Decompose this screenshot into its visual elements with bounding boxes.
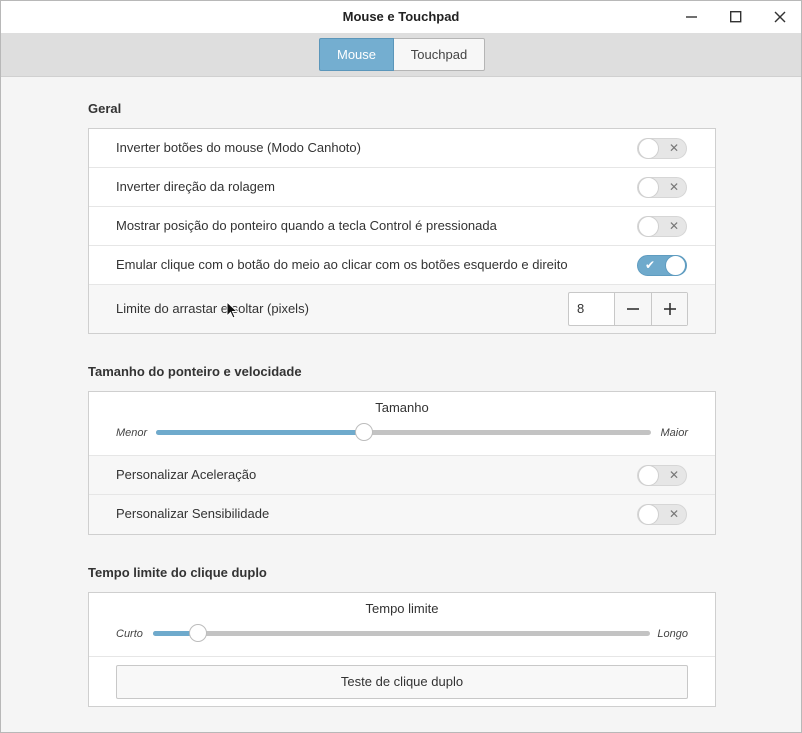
setting-label: Personalizar Aceleração xyxy=(116,467,257,482)
setting-label: Personalizar Sensibilidade xyxy=(116,506,270,521)
drag-threshold-spinner: 8 xyxy=(568,292,688,326)
x-icon: ✕ xyxy=(668,180,679,194)
setting-label: Emular clique com o botão do meio ao cli… xyxy=(116,257,568,272)
double-click-test-button[interactable]: Teste de clique duplo xyxy=(116,665,688,699)
toggle-locate-pointer[interactable]: ✕ xyxy=(637,216,687,237)
drag-threshold-input[interactable]: 8 xyxy=(569,293,615,325)
minus-icon xyxy=(627,308,639,310)
toggle-reverse-scroll[interactable]: ✕ xyxy=(637,177,687,198)
tabs: Mouse Touchpad xyxy=(319,38,485,71)
section-title-double-click: Tempo limite do clique duplo xyxy=(88,565,267,580)
tab-bar: Mouse Touchpad xyxy=(1,33,801,77)
check-icon: ✔ xyxy=(645,258,656,272)
increment-button[interactable] xyxy=(651,293,687,325)
toggle-knob xyxy=(638,177,659,198)
setting-row-locate-pointer: Mostrar posição do ponteiro quando a tec… xyxy=(89,207,715,246)
setting-row-middle-click: Emular clique com o botão do meio ao cli… xyxy=(89,246,715,285)
title-bar: Mouse e Touchpad xyxy=(1,1,801,33)
toggle-knob xyxy=(638,216,659,237)
section-title-geral: Geral xyxy=(88,101,122,116)
setting-label: Mostrar posição do ponteiro quando a tec… xyxy=(116,218,497,233)
maximize-icon xyxy=(730,11,742,23)
x-icon: ✕ xyxy=(668,468,679,482)
minimize-icon xyxy=(686,16,697,18)
minimize-button[interactable] xyxy=(670,1,714,33)
pointer-size-slider[interactable] xyxy=(156,423,651,441)
maximize-button[interactable] xyxy=(714,1,758,33)
close-icon xyxy=(774,11,786,23)
setting-label: Inverter direção da rolagem xyxy=(116,179,275,194)
x-icon: ✕ xyxy=(668,219,679,233)
panel-pointer: Tamanho Menor Maior Personalizar Acelera… xyxy=(88,391,716,535)
slider-min-label: Curto xyxy=(116,628,143,640)
slider-min-label: Menor xyxy=(116,427,148,439)
panel-geral: Inverter botões do mouse (Modo Canhoto) … xyxy=(88,128,716,334)
mouse-cursor-icon xyxy=(226,301,238,319)
toggle-knob xyxy=(638,138,659,159)
slider-max-label: Longo xyxy=(657,628,688,640)
setting-label: Limite do arrastar e soltar (pixels) xyxy=(116,301,309,316)
slider-handle[interactable] xyxy=(354,423,373,441)
toggle-knob xyxy=(665,255,686,276)
double-click-slider-block: Tempo limite Curto Longo xyxy=(89,593,715,657)
toggle-knob xyxy=(638,465,659,486)
setting-row-drag-threshold: Limite do arrastar e soltar (pixels) 8 xyxy=(89,285,715,333)
pointer-size-slider-block: Tamanho Menor Maior xyxy=(89,392,715,456)
plus-icon xyxy=(663,303,676,315)
slider-max-label: Maior xyxy=(660,427,688,439)
close-button[interactable] xyxy=(758,1,802,33)
setting-label: Inverter botões do mouse (Modo Canhoto) xyxy=(116,140,361,155)
panel-double-click: Tempo limite Curto Longo Teste de clique… xyxy=(88,592,716,707)
double-click-timeout-slider[interactable] xyxy=(153,624,650,642)
toggle-sensitivity[interactable]: ✕ xyxy=(637,504,687,525)
tab-touchpad[interactable]: Touchpad xyxy=(394,38,485,71)
toggle-acceleration[interactable]: ✕ xyxy=(637,465,687,486)
slider-title: Tamanho xyxy=(375,400,429,415)
toggle-knob xyxy=(638,504,659,525)
tab-mouse[interactable]: Mouse xyxy=(319,38,394,71)
toggle-left-handed[interactable]: ✕ xyxy=(637,138,687,159)
decrement-button[interactable] xyxy=(615,293,651,325)
x-icon: ✕ xyxy=(668,141,679,155)
setting-row-acceleration: Personalizar Aceleração ✕ xyxy=(89,456,715,495)
section-title-pointer: Tamanho do ponteiro e velocidade xyxy=(88,364,302,379)
slider-fill xyxy=(156,430,364,435)
slider-title: Tempo limite xyxy=(365,601,439,616)
setting-row-sensitivity: Personalizar Sensibilidade ✕ xyxy=(89,495,715,534)
setting-row-left-handed: Inverter botões do mouse (Modo Canhoto) … xyxy=(89,129,715,168)
x-icon: ✕ xyxy=(668,507,679,521)
toggle-middle-click[interactable]: ✔ xyxy=(637,255,687,276)
window: Mouse e Touchpad Mouse Touchpad Geral In… xyxy=(0,0,802,733)
setting-row-reverse-scroll: Inverter direção da rolagem ✕ xyxy=(89,168,715,207)
slider-handle[interactable] xyxy=(188,624,207,642)
